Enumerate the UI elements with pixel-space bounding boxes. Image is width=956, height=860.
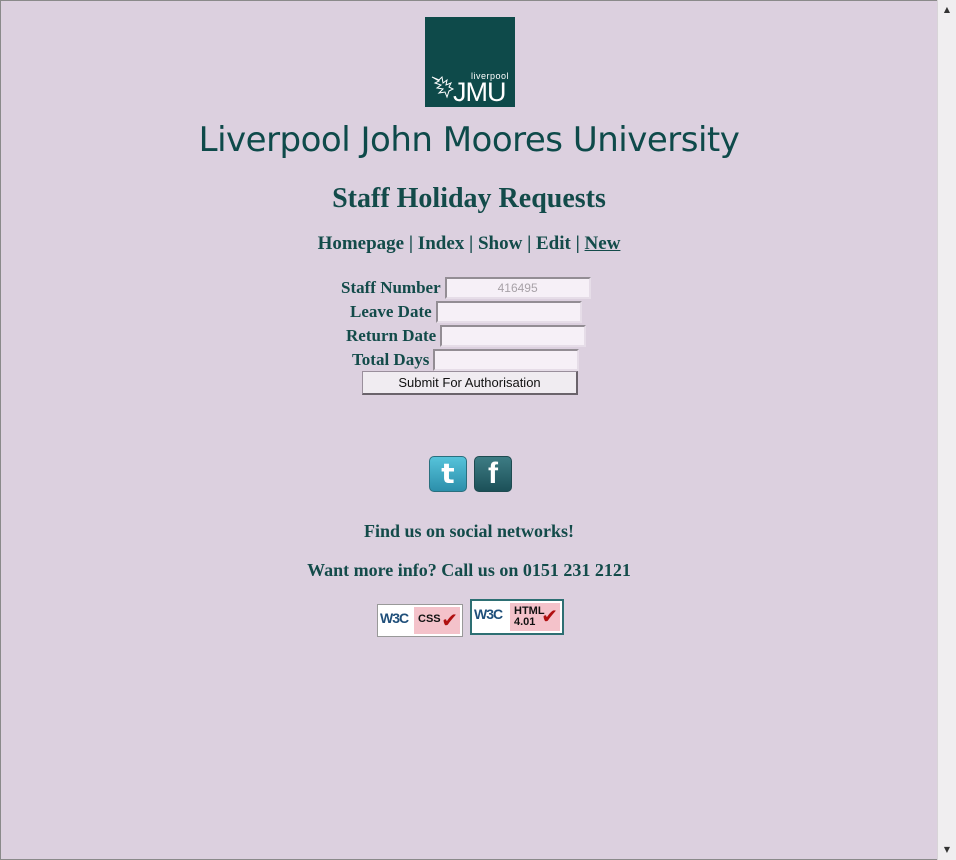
scroll-down-arrow-icon[interactable]: ▼ — [938, 842, 956, 858]
logo-big-text: JMU — [453, 77, 506, 107]
w3c-html-badge[interactable]: W3C HTML 4.01 ✔ — [470, 599, 564, 635]
w3c-logo-text: W3C — [474, 606, 503, 622]
nav-show-link[interactable]: Show — [478, 233, 522, 254]
checkmark-icon: ✔ — [541, 604, 558, 628]
staff-number-row: Staff Number — [341, 277, 591, 300]
staff-number-label: Staff Number — [341, 278, 441, 298]
return-date-field[interactable] — [440, 325, 587, 348]
facebook-icon[interactable]: f — [474, 456, 512, 492]
call-us-text: Want more info? Call us on 0151 231 2121 — [307, 560, 631, 580]
w3c-css-badge[interactable]: W3C CSS ✔ — [377, 604, 463, 637]
html-badge-label: HTML 4.01 — [514, 606, 545, 628]
checkmark-icon: ✔ — [441, 608, 458, 632]
w3c-logo-text: W3C — [380, 610, 409, 626]
leave-date-label: Leave Date — [350, 302, 432, 322]
nav-new-link[interactable]: New — [585, 233, 621, 254]
nav-separator: | — [527, 233, 532, 254]
leave-date-row: Leave Date — [350, 301, 582, 324]
leave-date-field[interactable] — [435, 301, 582, 324]
nav-index-link[interactable]: Index — [418, 233, 464, 254]
find-us-text: Find us on social networks! — [363, 521, 575, 541]
nav-separator: | — [575, 233, 580, 254]
submit-for-authorisation-button[interactable]: Submit For Authorisation — [362, 371, 578, 395]
university-name: Liverpool John Moores University — [198, 120, 740, 160]
return-date-label: Return Date — [346, 326, 437, 346]
total-days-field[interactable] — [433, 349, 580, 372]
vertical-scrollbar[interactable]: ▲ ▼ — [937, 0, 956, 860]
staff-number-field[interactable] — [444, 277, 591, 300]
twitter-icon[interactable]: t — [429, 456, 467, 492]
total-days-label: Total Days — [352, 350, 430, 370]
css-badge-label: CSS — [418, 613, 441, 625]
jmu-logo: liverpool JMU — [425, 17, 515, 107]
total-days-row: Total Days — [352, 349, 580, 372]
html-badge-label-line2: 4.01 — [514, 616, 536, 628]
nav-links: Homepage | Index | Show | Edit | New — [0, 233, 938, 255]
nav-separator: | — [408, 233, 414, 254]
nav-separator: | — [469, 233, 474, 254]
page-title: Staff Holiday Requests — [332, 183, 606, 214]
scroll-up-arrow-icon[interactable]: ▲ — [938, 2, 956, 18]
nav-homepage-link[interactable]: Homepage — [318, 233, 405, 254]
nav-edit-link[interactable]: Edit — [536, 233, 571, 254]
return-date-row: Return Date — [346, 325, 587, 348]
